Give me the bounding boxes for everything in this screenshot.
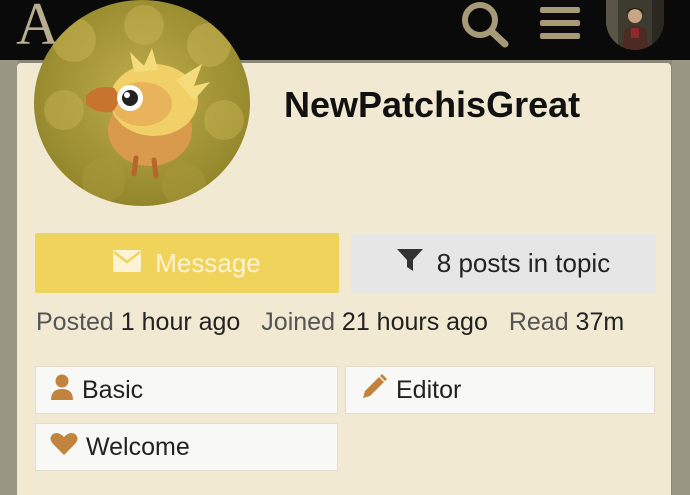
user-avatar[interactable]	[606, 0, 664, 50]
posted-label: Posted	[36, 308, 114, 336]
user-icon	[50, 374, 82, 407]
username: NewPatchisGreat	[284, 84, 581, 125]
badge-label: Welcome	[86, 432, 190, 461]
heart-icon	[50, 432, 86, 463]
pencil-icon	[360, 373, 396, 408]
posted-value[interactable]: 1 hour ago	[121, 308, 241, 336]
search-icon[interactable]	[458, 0, 512, 53]
message-button[interactable]: Message	[35, 233, 339, 293]
filter-button-label: 8 posts in topic	[436, 247, 611, 278]
read-label: Read	[508, 308, 569, 336]
message-button-label: Message	[155, 247, 261, 278]
filter-icon	[396, 247, 437, 280]
badge-basic[interactable]: Basic	[35, 366, 338, 414]
joined-label: Joined	[261, 308, 335, 336]
envelope-icon	[113, 248, 155, 279]
badge-welcome[interactable]: Welcome	[35, 423, 338, 471]
joined-value: 21 hours ago	[341, 308, 488, 336]
hamburger-menu-icon[interactable]	[538, 3, 582, 48]
badge-label: Editor	[396, 375, 462, 404]
profile-avatar[interactable]	[34, 0, 250, 206]
filter-posts-button[interactable]: 8 posts in topic	[351, 233, 656, 293]
badge-label: Basic	[82, 375, 144, 404]
badge-editor[interactable]: Editor	[345, 366, 655, 414]
backdrop-right	[672, 60, 690, 495]
backdrop-left	[0, 60, 18, 495]
read-value: 37m	[575, 308, 625, 336]
user-stats: Posted 1 hour ago Joined 21 hours ago Re…	[36, 308, 638, 337]
